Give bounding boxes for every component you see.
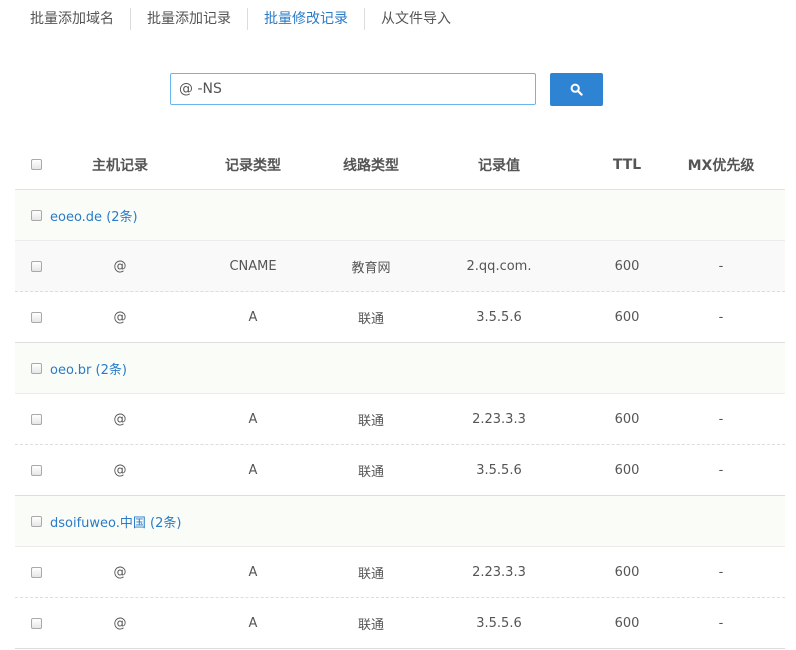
table-row: @ CNAME 教育网 2.qq.com. 600 -	[15, 241, 785, 292]
col-mx: MX优先级	[687, 157, 755, 174]
cell-type: CNAME	[229, 258, 277, 274]
row-checkbox[interactable]	[31, 464, 42, 476]
cell-mx: -	[718, 564, 724, 580]
row-select-cell	[15, 566, 60, 578]
group-checkbox[interactable]	[31, 209, 42, 221]
cell-line: 联通	[357, 617, 384, 633]
cell-ttl: 600	[614, 462, 640, 478]
select-all-cell	[15, 159, 60, 170]
cell-type: A	[248, 462, 258, 478]
cell-line: 联通	[357, 566, 384, 582]
cell-ttl: 600	[614, 411, 640, 427]
search-button[interactable]	[550, 73, 603, 106]
cell-host: @	[113, 615, 127, 631]
search-icon	[570, 83, 583, 96]
cell-line: 联通	[357, 413, 384, 429]
col-ttl: TTL	[612, 156, 642, 173]
cell-host: @	[113, 309, 127, 325]
cell-type: A	[248, 309, 258, 325]
table-row: @ A 联通 3.5.5.6 600 -	[15, 598, 785, 649]
cell-host: @	[113, 462, 127, 478]
row-select-cell	[15, 260, 60, 272]
cell-ttl: 600	[614, 309, 640, 325]
row-select-cell	[15, 413, 60, 425]
cell-mx: -	[718, 258, 724, 274]
cell-line: 教育网	[351, 260, 391, 276]
group-checkbox[interactable]	[31, 362, 42, 374]
table-row: @ A 联通 2.23.3.3 600 -	[15, 547, 785, 598]
cell-value: 2.23.3.3	[472, 564, 526, 580]
row-checkbox[interactable]	[31, 617, 42, 629]
cell-host: @	[113, 411, 127, 427]
cell-mx: -	[718, 615, 724, 631]
cell-mx: -	[718, 309, 724, 325]
domain-group-label[interactable]: eoeo.de (2条)	[50, 206, 138, 225]
cell-value: 3.5.5.6	[476, 462, 522, 478]
select-all-checkbox[interactable]	[31, 159, 42, 170]
cell-mx: -	[718, 462, 724, 478]
cell-value: 2.qq.com.	[466, 258, 532, 274]
group-checkbox[interactable]	[31, 515, 42, 527]
cell-type: A	[248, 615, 258, 631]
col-type: 记录类型	[225, 157, 281, 174]
group-select-cell	[15, 209, 42, 221]
table-row: @ A 联通 3.5.5.6 600 -	[15, 445, 785, 496]
row-checkbox[interactable]	[31, 260, 42, 272]
row-checkbox[interactable]	[31, 311, 42, 323]
group-select-cell	[15, 515, 42, 527]
cell-ttl: 600	[614, 258, 640, 274]
cell-ttl: 600	[614, 615, 640, 631]
records-table: 主机记录 记录类型 线路类型 记录值 TTL MX优先级 eoeo.de (2条…	[15, 140, 785, 649]
search-input[interactable]	[171, 74, 535, 104]
row-select-cell	[15, 464, 60, 476]
col-host: 主机记录	[92, 157, 148, 174]
cell-line: 联通	[357, 464, 384, 480]
cell-value: 2.23.3.3	[472, 411, 526, 427]
tab-batch-add-domain[interactable]: 批量添加域名	[14, 8, 130, 30]
search-box	[170, 73, 536, 105]
tab-batch-modify-record[interactable]: 批量修改记录	[247, 8, 364, 30]
domain-group-row: dsoifuweo.中国 (2条)	[15, 496, 785, 547]
col-line: 线路类型	[343, 157, 399, 174]
cell-line: 联通	[357, 311, 384, 327]
row-checkbox[interactable]	[31, 566, 42, 578]
group-select-cell	[15, 362, 42, 374]
table-row: @ A 联通 2.23.3.3 600 -	[15, 394, 785, 445]
cell-type: A	[248, 564, 258, 580]
domain-group-row: eoeo.de (2条)	[15, 190, 785, 241]
row-select-cell	[15, 617, 60, 629]
cell-ttl: 600	[614, 564, 640, 580]
cell-host: @	[113, 258, 127, 274]
row-select-cell	[15, 311, 60, 323]
cell-type: A	[248, 411, 258, 427]
cell-mx: -	[718, 411, 724, 427]
table-row: @ A 联通 3.5.5.6 600 -	[15, 292, 785, 343]
domain-group-label[interactable]: dsoifuweo.中国 (2条)	[50, 512, 181, 531]
tab-import-from-file[interactable]: 从文件导入	[364, 8, 467, 30]
table-header: 主机记录 记录类型 线路类型 记录值 TTL MX优先级	[15, 140, 785, 190]
domain-group-label[interactable]: oeo.br (2条)	[50, 359, 127, 378]
cell-value: 3.5.5.6	[476, 615, 522, 631]
tab-bar: 批量添加域名 批量添加记录 批量修改记录 从文件导入	[14, 0, 467, 38]
domain-group-row: oeo.br (2条)	[15, 343, 785, 394]
tab-batch-add-record[interactable]: 批量添加记录	[130, 8, 247, 30]
cell-value: 3.5.5.6	[476, 309, 522, 325]
col-value: 记录值	[478, 157, 520, 174]
cell-host: @	[113, 564, 127, 580]
row-checkbox[interactable]	[31, 413, 42, 425]
